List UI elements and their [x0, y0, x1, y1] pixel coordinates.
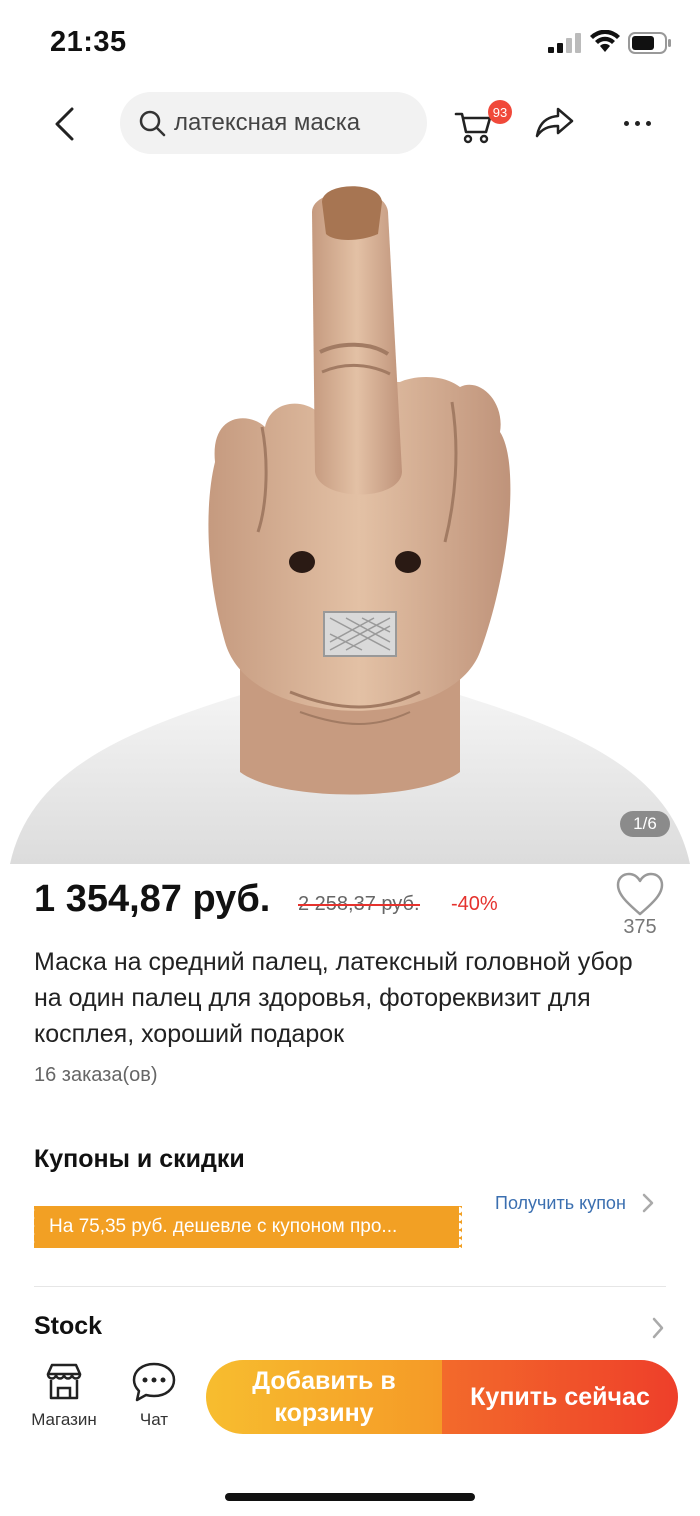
chat-button[interactable]: Чат	[124, 1360, 184, 1436]
orders-count: 16 заказа(ов)	[34, 1064, 158, 1086]
product-price: 1 354,87 руб.	[34, 878, 271, 920]
back-chevron-icon	[55, 107, 74, 141]
store-icon	[46, 1363, 82, 1400]
discount-badge: -40%	[451, 893, 498, 915]
chevron-right-icon	[642, 1193, 654, 1213]
chevron-right-icon	[652, 1317, 664, 1339]
store-label: Магазин	[31, 1410, 97, 1429]
more-icon	[623, 120, 629, 126]
more-options-button[interactable]	[614, 100, 660, 146]
chat-label: Чат	[139, 1410, 169, 1429]
battery-icon	[628, 32, 671, 54]
chat-icon	[132, 1362, 176, 1402]
stock-label: Stock	[34, 1312, 103, 1340]
add-to-cart-button[interactable]: Добавить в корзину	[206, 1360, 442, 1434]
search-query: латексная маска	[174, 109, 361, 136]
product-photo	[10, 186, 690, 864]
old-price: 2 258,37 руб.	[298, 893, 420, 915]
get-coupon-label: Получить купон	[495, 1192, 626, 1213]
store-button[interactable]: Магазин	[22, 1360, 106, 1436]
product-title: Маска на средний палец, латексный головн…	[34, 948, 633, 1048]
signal-icon	[548, 33, 581, 53]
back-button[interactable]	[40, 100, 88, 148]
cart-badge: 93	[488, 100, 512, 124]
status-time: 21:35	[50, 26, 127, 58]
coupon-banner[interactable]: На 75,35 руб. дешевле с купоном про...	[34, 1206, 462, 1248]
wishlist-count: 375	[623, 916, 657, 938]
home-indicator	[225, 1493, 475, 1501]
search-input[interactable]: латексная маска	[120, 92, 427, 154]
image-counter: 1/6	[620, 811, 670, 837]
wifi-icon	[590, 30, 620, 52]
coupons-heading: Купоны и скидки	[34, 1145, 245, 1173]
divider	[34, 1286, 666, 1287]
heart-icon[interactable]	[614, 870, 666, 918]
cta-group: Добавить в корзину Купить сейчас	[206, 1360, 678, 1434]
product-image[interactable]	[0, 172, 700, 864]
buy-now-button[interactable]: Купить сейчас	[442, 1360, 678, 1434]
search-icon	[139, 110, 166, 137]
get-coupon-link[interactable]: Получить купон	[495, 1192, 660, 1214]
stock-row[interactable]	[0, 1296, 700, 1356]
share-icon[interactable]	[532, 100, 576, 144]
